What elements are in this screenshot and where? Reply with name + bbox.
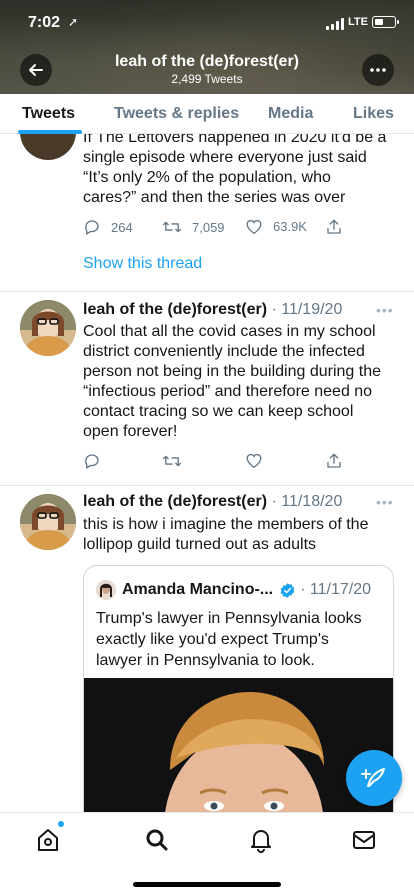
tab-tweets[interactable]: Tweets [22,105,75,123]
share-icon [327,219,341,234]
home-indicator [133,882,281,887]
tweet-text-line: contact tracing so we can keep school [83,403,354,420]
like-button[interactable] [245,452,273,469]
signal-icon [326,18,344,30]
quoted-text-line: Trump's lawyer in Pennsylvania looks [96,610,362,627]
avatar-image [20,300,76,356]
compose-icon [361,768,385,787]
like-count: 63.9K [273,219,307,234]
timeline[interactable]: If The Leftovers happened in 2020 it'd b… [0,134,414,812]
quoted-tweet-header: Amanda Mancino-... · 11/17/20 [96,580,371,600]
tab-tweets-replies[interactable]: Tweets & replies [114,105,239,123]
like-icon [246,219,262,235]
tweet-header: leah of the (de)forest(er) · 11/18/20 [83,493,342,511]
share-button[interactable] [325,452,353,470]
more-button[interactable] [362,54,394,86]
profile-tabs: Tweets Tweets & replies Media Likes [0,94,414,134]
retweet-icon [162,455,182,467]
reply-count: 264 [111,219,133,235]
home-notification-dot [58,821,64,827]
tweet-text-line: Cool that all the covid cases in my scho… [83,323,376,340]
like-icon [246,453,262,469]
more-icon [370,68,386,72]
like-button[interactable]: 63.9K [245,218,307,235]
quoted-author-name: Amanda Mancino-... [122,581,274,598]
battery-icon [372,16,399,28]
reply-button[interactable]: 264 [83,218,133,236]
tweet-text-line: person not being in the building during … [83,363,381,380]
reply-button[interactable] [83,452,111,470]
tweet-text-line: district conveniently include the infect… [83,343,365,360]
tweet-text-line: this is how i imagine the members of the [83,516,369,533]
quoted-avatar [96,580,116,600]
quoted-date: · 11/17/20 [300,581,371,598]
status-time: 7:02 [28,14,61,31]
profile-header: 7:02 ➚ LTE leah of the (de)forest(er) 2,… [0,0,414,94]
active-tab-indicator [18,130,82,134]
share-button[interactable] [325,218,353,236]
tweet-text: Cool that all the covid cases in my scho… [83,322,393,442]
reply-icon [85,220,99,235]
tweet-text-line: open forever! [83,423,178,440]
avatar[interactable] [20,300,76,356]
quoted-text-line: lawyer in Pennsylvania to look. [96,652,315,669]
avatar[interactable] [20,134,76,160]
messages-icon [353,831,375,849]
search-icon [146,829,168,851]
nav-messages[interactable] [349,825,379,855]
nav-notifications[interactable] [246,825,276,855]
tweet-date[interactable]: · 11/18/20 [271,493,342,510]
tweet-date[interactable]: · 11/19/20 [271,301,342,318]
tweet-author-name[interactable]: leah of the (de)forest(er) [83,301,267,318]
avatar-image [20,494,76,550]
reply-icon [85,454,99,469]
retweet-button[interactable]: 7,059 [162,218,225,236]
profile-name: leah of the (de)forest(er) [114,53,299,70]
quoted-text-line: exactly like you'd expect Trump's [96,631,329,648]
retweet-button[interactable] [162,452,192,470]
tweet-text-line: If The Leftovers happened in 2020 it'd b… [83,134,387,146]
retweet-icon [162,221,182,233]
tweet-author-name[interactable]: leah of the (de)forest(er) [83,493,267,510]
retweet-count: 7,059 [192,219,225,235]
bottom-navigation [0,812,414,896]
tweets-count: 2,499 Tweets [171,72,243,86]
show-thread-link[interactable]: Show this thread [83,255,202,273]
tweet-text: If The Leftovers happened in 2020 it'd b… [83,134,393,208]
tweet-text-line: “infectious period” and therefore need n… [83,383,373,400]
tweet-text-line: “It’s only 2% of the population, who [83,169,331,186]
avatar[interactable] [20,494,76,550]
tweet-header: leah of the (de)forest(er) · 11/19/20 [83,301,342,319]
tab-likes[interactable]: Likes [353,105,394,123]
share-icon [327,453,341,468]
compose-tweet-button[interactable] [346,750,402,806]
quoted-image[interactable] [84,678,393,812]
tweet-menu-icon[interactable]: ••• [376,302,394,318]
home-icon [38,829,58,851]
location-arrow-icon: ➚ [68,15,79,29]
notifications-icon [251,830,271,853]
tweet-menu-icon[interactable]: ••• [376,494,394,510]
nav-search[interactable] [142,825,172,855]
network-type: LTE [348,16,368,28]
status-bar: 7:02 ➚ LTE [0,0,414,44]
divider [0,485,414,486]
divider [0,291,414,292]
quoted-text: Trump's lawyer in Pennsylvania looks exa… [96,608,386,671]
verified-icon [280,582,295,598]
tab-media[interactable]: Media [268,105,313,123]
tweet-text-line: single episode where everyone just said [83,149,367,166]
tweet-text-line: cares?” and then the series was over [83,189,346,206]
tweet-text-line: lollipop guild turned out as adults [83,536,317,553]
tweet-text: this is how i imagine the members of the… [83,515,393,555]
nav-home[interactable] [33,825,63,855]
